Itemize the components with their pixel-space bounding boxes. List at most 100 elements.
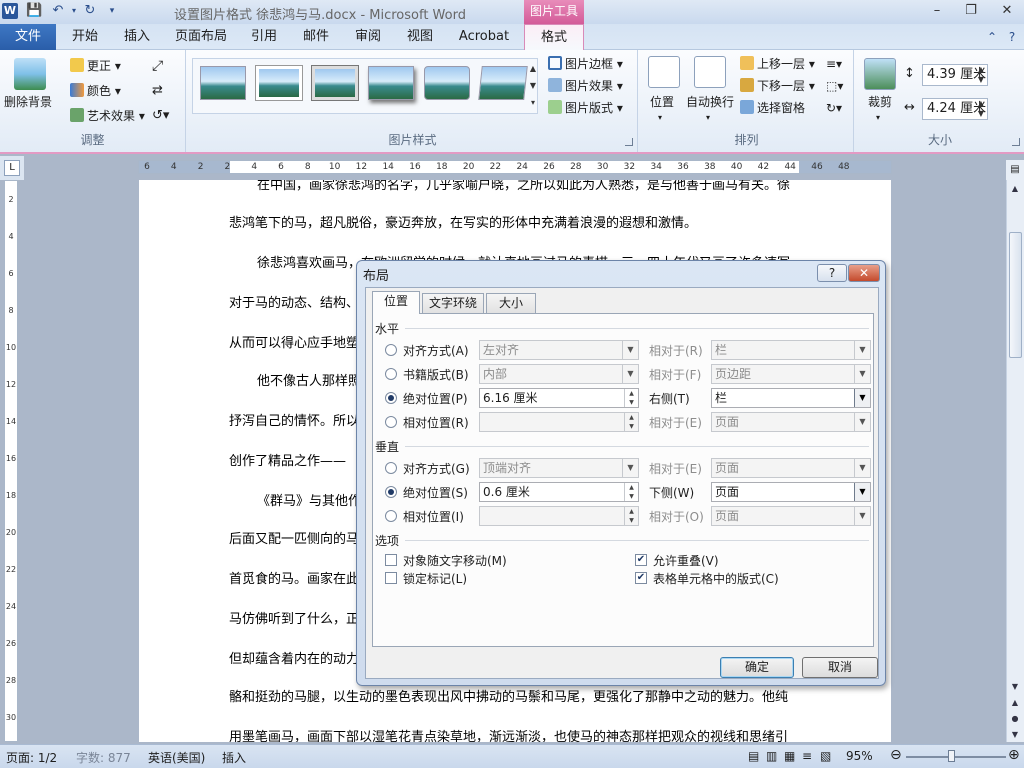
h-relative-position-radio[interactable] (385, 416, 397, 428)
dialog-close-button[interactable]: ✕ (848, 264, 880, 282)
v-alignment-radio[interactable] (385, 462, 397, 474)
draft-view-icon[interactable]: ▧ (820, 749, 831, 763)
minimize-icon[interactable]: – (924, 2, 950, 20)
horizontal-ruler[interactable]: 6 4 2 2 4 6 8 10 12 14 16 18 20 22 24 26 28 30 32 34 36 38 40 4… (138, 160, 892, 174)
crop-icon[interactable] (864, 58, 896, 90)
page-count[interactable]: 页面: 1/2 (6, 749, 57, 766)
tab-references[interactable]: 引用 (244, 24, 284, 50)
tab-insert[interactable]: 插入 (114, 24, 160, 50)
tab-acrobat[interactable]: Acrobat (452, 24, 516, 50)
language-indicator[interactable]: 英语(美国) (148, 749, 205, 766)
v-absolute-below-select[interactable]: 页面 ▼ (711, 482, 871, 502)
minimize-ribbon-icon[interactable]: ⌃ (984, 29, 1000, 45)
full-screen-reading-icon[interactable]: ▥ (766, 749, 777, 763)
tab-view[interactable]: 视图 (400, 24, 440, 50)
height-spinner-icon[interactable]: ▲ ▼ (975, 65, 987, 85)
view-ruler-icon[interactable]: ▤ (1006, 160, 1024, 180)
compress-pictures-icon[interactable]: ⤢ (152, 56, 168, 76)
picture-style-thumb[interactable] (368, 66, 414, 100)
color-button[interactable]: 颜色 ▾ (70, 81, 121, 101)
zoom-level[interactable]: 95% (846, 749, 873, 763)
v-absolute-position-input[interactable]: 0.6 厘米 ▲ ▼ (479, 482, 639, 502)
ok-button[interactable]: 确定 (720, 657, 794, 678)
h-absolute-position-radio[interactable] (385, 392, 397, 404)
cancel-button[interactable]: 取消 (802, 657, 878, 678)
insert-mode[interactable]: 插入 (222, 749, 246, 766)
print-layout-view-icon[interactable]: ▤ (748, 749, 759, 763)
tab-format[interactable]: 格式 (524, 24, 584, 50)
picture-border-button[interactable]: 图片边框 ▾ (548, 54, 623, 74)
close-window-icon[interactable]: ✕ (994, 2, 1020, 20)
picture-style-thumb[interactable] (200, 66, 246, 100)
position-dropdown-icon[interactable]: ▾ (658, 108, 662, 128)
gallery-scroll-icon[interactable]: ▲ ▼ ▾ (528, 60, 538, 112)
allow-overlap-checkbox[interactable]: ✔ (635, 554, 647, 566)
restore-icon[interactable]: ❐ (958, 2, 984, 20)
zoom-out-icon[interactable]: ⊖ (890, 747, 902, 763)
picture-styles-launcher-icon[interactable] (625, 138, 633, 146)
outline-view-icon[interactable]: ≡ (802, 749, 812, 763)
picture-style-thumb[interactable] (424, 66, 470, 100)
h-alignment-radio[interactable] (385, 344, 397, 356)
tab-review[interactable]: 审阅 (348, 24, 388, 50)
v-absolute-position-radio[interactable] (385, 486, 397, 498)
bring-forward-button[interactable]: 上移一层 ▾ (740, 54, 815, 74)
move-with-text-checkbox[interactable] (385, 554, 397, 566)
artistic-effects-button[interactable]: 艺术效果 ▾ (70, 106, 145, 126)
picture-effects-button[interactable]: 图片效果 ▾ (548, 76, 623, 96)
scroll-up-icon[interactable]: ▲ (1008, 182, 1022, 196)
remove-background-button[interactable]: 删除背景 (4, 92, 52, 112)
tab-file[interactable]: 文件 (0, 24, 56, 50)
scroll-down-icon[interactable]: ▼ (1008, 680, 1022, 694)
browse-object-icon[interactable]: ● (1008, 712, 1022, 726)
next-page-icon[interactable]: ▼ (1008, 728, 1022, 742)
width-spinner-icon[interactable]: ▲ ▼ (975, 99, 987, 119)
scrollbar-thumb[interactable] (1009, 232, 1022, 358)
v-relative-position-radio[interactable] (385, 510, 397, 522)
selection-pane-button[interactable]: 选择窗格 (740, 98, 805, 118)
web-layout-icon[interactable]: ▦ (784, 749, 795, 763)
zoom-in-icon[interactable]: ⊕ (1008, 747, 1020, 763)
picture-style-thumb[interactable] (255, 65, 303, 101)
rotate-icon[interactable]: ↻▾ (826, 98, 842, 118)
dialog-help-button[interactable]: ? (817, 264, 847, 282)
change-picture-icon[interactable]: ⇄ (152, 81, 168, 101)
word-count[interactable]: 字数: 877 (76, 749, 131, 766)
chevron-down-icon[interactable]: ▼ (854, 483, 870, 501)
wrap-dropdown-icon[interactable]: ▾ (706, 108, 710, 128)
group-icon[interactable]: ⬚▾ (826, 76, 843, 96)
wrap-text-icon[interactable] (694, 56, 726, 88)
h-absolute-right-of-select[interactable]: 栏 ▼ (711, 388, 871, 408)
layout-in-cell-checkbox[interactable]: ✔ (635, 572, 647, 584)
tab-page-layout[interactable]: 页面布局 (168, 24, 234, 50)
crop-dropdown-icon[interactable]: ▾ (876, 108, 880, 128)
tab-home[interactable]: 开始 (62, 24, 108, 50)
vertical-ruler[interactable]: 2 4 6 8 10 12 14 16 18 20 22 24 26 28 30 (4, 180, 18, 742)
corrections-button[interactable]: 更正 ▾ (70, 56, 121, 76)
h-book-layout-radio[interactable] (385, 368, 397, 380)
zoom-slider-knob[interactable] (948, 750, 955, 762)
chevron-down-icon[interactable]: ▼ (854, 389, 870, 407)
reset-picture-icon[interactable]: ↺▾ (152, 106, 180, 126)
remove-background-icon[interactable] (14, 58, 46, 90)
spinner-icon[interactable]: ▲ ▼ (624, 389, 638, 407)
shape-height-input[interactable]: 4.39 厘米 ▲ ▼ (922, 64, 988, 86)
tab-mailings[interactable]: 邮件 (296, 24, 336, 50)
tab-position[interactable]: 位置 (372, 291, 420, 314)
picture-layout-button[interactable]: 图片版式 ▾ (548, 98, 623, 118)
send-backward-button[interactable]: 下移一层 ▾ (740, 76, 815, 96)
picture-style-thumb[interactable] (311, 65, 359, 101)
align-icon[interactable]: ≡▾ (826, 54, 842, 74)
tab-text-wrapping[interactable]: 文字环绕 (422, 293, 484, 313)
h-absolute-position-input[interactable]: 6.16 厘米 ▲ ▼ (479, 388, 639, 408)
size-launcher-icon[interactable] (1012, 138, 1020, 146)
tab-size[interactable]: 大小 (486, 293, 536, 313)
picture-style-thumb[interactable] (478, 66, 528, 100)
previous-page-icon[interactable]: ▲ (1008, 696, 1022, 710)
lock-anchor-checkbox[interactable] (385, 572, 397, 584)
help-icon[interactable]: ? (1004, 29, 1020, 45)
spinner-icon[interactable]: ▲ ▼ (624, 483, 638, 501)
position-icon[interactable] (648, 56, 680, 88)
zoom-slider[interactable] (906, 756, 1006, 758)
shape-width-input[interactable]: 4.24 厘米 ▲ ▼ (922, 98, 988, 120)
